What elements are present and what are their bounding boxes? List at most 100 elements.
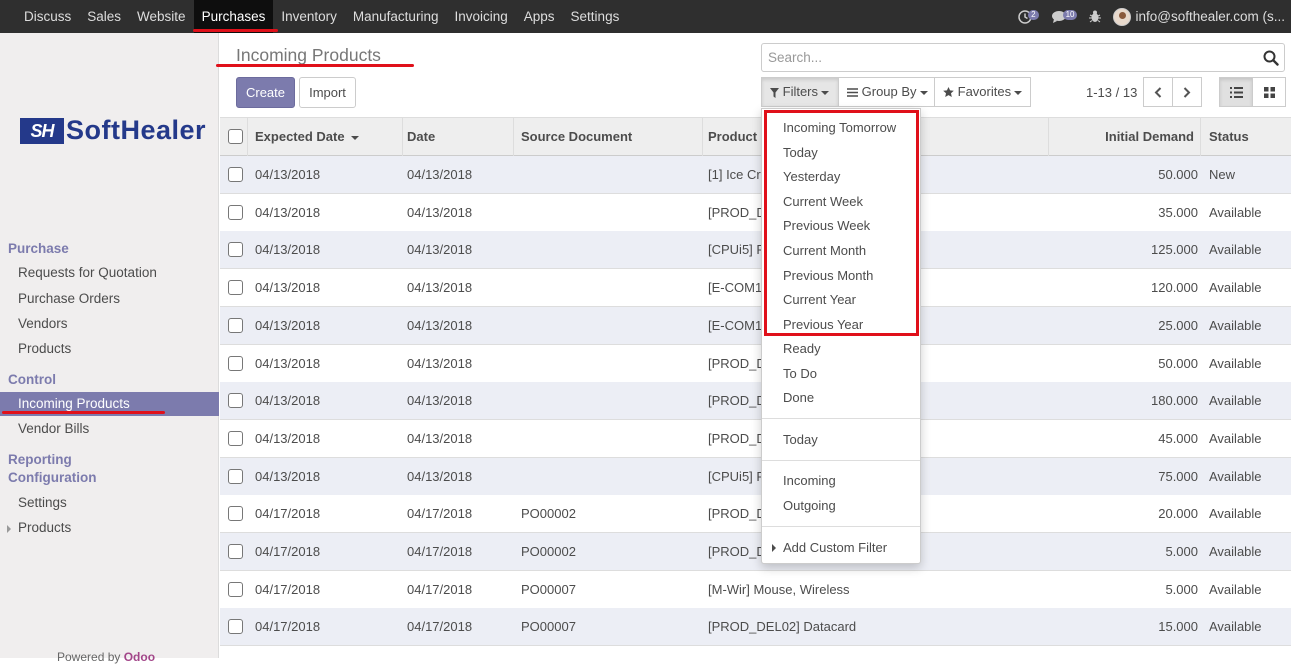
menu-settings[interactable]: Settings (563, 0, 628, 33)
powered-by: Powered by Odoo (57, 650, 155, 664)
table-row[interactable]: 04/13/2018 04/13/2018 [E-COM1 120.000 Availa… (220, 269, 1291, 308)
filter-to-do[interactable]: To Do (783, 366, 817, 381)
create-button[interactable]: Create (236, 77, 295, 108)
column-source-document[interactable]: Source Document (513, 118, 703, 156)
table-row[interactable]: 04/17/2018 04/17/2018 PO00007 [PROD_DEL02] … (220, 608, 1291, 647)
table-row[interactable]: 04/13/2018 04/13/2018 [1] Ice Cr 50.000 New (220, 156, 1291, 194)
search-icon[interactable] (1263, 50, 1279, 69)
column-status[interactable]: Status (1201, 118, 1291, 156)
table-row[interactable]: 04/13/2018 04/13/2018 [PROD_DE 50.000 Availa… (220, 344, 1291, 383)
cell-source-document (521, 231, 696, 268)
cell-expected-date: 04/17/2018 (255, 581, 321, 597)
row-checkbox[interactable] (228, 619, 243, 635)
menu-website[interactable]: Website (129, 0, 194, 33)
cell-source-document (521, 269, 696, 306)
activity-icon[interactable]: 2 (1018, 9, 1039, 24)
table-row[interactable]: 04/17/2018 04/17/2018 PO00007 [M-Wir] Mouse… (220, 570, 1291, 609)
table-row[interactable]: 04/13/2018 04/13/2018 [CPUi5] P 75.000 Avail… (220, 457, 1291, 496)
cell-date: 04/13/2018 (407, 204, 473, 220)
cell-initial-demand: 25.000 (1158, 317, 1198, 333)
filter-done[interactable]: Done (783, 390, 814, 405)
filters-button[interactable]: Filters (761, 77, 839, 107)
row-checkbox[interactable] (228, 242, 243, 258)
row-checkbox[interactable] (228, 355, 243, 371)
sidebar-item-purchase-orders[interactable]: Purchase Orders (0, 287, 219, 311)
section-purchase[interactable]: Purchase (8, 241, 69, 256)
sidebar-item-products[interactable]: Products (0, 337, 219, 361)
sidebar: SH SoftHealer Purchase Requests for Quot… (0, 33, 219, 664)
cell-status: Available (1209, 355, 1262, 371)
filter-outgoing[interactable]: Outgoing (783, 498, 836, 513)
column-date[interactable]: Date (399, 118, 514, 156)
pager-next-button[interactable] (1172, 77, 1202, 107)
pager-previous-button[interactable] (1143, 77, 1173, 107)
table-row[interactable]: 04/13/2018 04/13/2018 [E-COM1 25.000 Availab… (220, 306, 1291, 345)
cell-date: 04/13/2018 (407, 430, 473, 446)
cell-date: 04/13/2018 (407, 167, 473, 182)
select-all-checkbox[interactable] (228, 129, 243, 144)
cell-status: Available (1209, 242, 1262, 258)
add-custom-filter[interactable]: Add Custom Filter (783, 540, 887, 555)
section-control[interactable]: Control (8, 372, 56, 387)
pager-value[interactable]: 1-13 / 13 (1086, 85, 1137, 100)
group-by-button[interactable]: Group By (838, 77, 935, 107)
cell-status: Available (1209, 204, 1262, 220)
list-view-button[interactable] (1219, 77, 1253, 107)
chevron-down-icon (919, 90, 928, 95)
cell-status: Available (1209, 544, 1262, 559)
import-button[interactable]: Import (299, 77, 356, 108)
row-checkbox[interactable] (228, 581, 243, 597)
sidebar-item-requests-for-quotation[interactable]: Requests for Quotation (0, 261, 219, 285)
messages-icon[interactable]: 10 (1051, 9, 1078, 23)
expand-caret-icon (7, 525, 11, 533)
breadcrumb: Incoming Products (236, 45, 381, 65)
sidebar-item-settings[interactable]: Settings (0, 491, 219, 515)
cell-date: 04/17/2018 (407, 544, 473, 559)
row-checkbox[interactable] (228, 393, 243, 409)
sidebar-item-vendors[interactable]: Vendors (0, 312, 219, 336)
row-checkbox[interactable] (228, 167, 243, 182)
row-checkbox[interactable] (228, 204, 243, 220)
row-checkbox[interactable] (228, 468, 243, 484)
filter-today[interactable]: Today (783, 432, 818, 447)
table-row[interactable]: 04/13/2018 04/13/2018 [CPUi5] P 125.000 Avai… (220, 231, 1291, 270)
search-input[interactable]: Search... (761, 43, 1285, 72)
row-checkbox[interactable] (228, 506, 243, 522)
sidebar-item-vendor-bills[interactable]: Vendor Bills (0, 417, 219, 441)
column-expected-date[interactable]: Expected Date (247, 118, 403, 156)
menu-discuss[interactable]: Discuss (16, 0, 79, 33)
cell-expected-date: 04/17/2018 (255, 544, 321, 559)
annotation-underline-purchases (193, 29, 278, 32)
bug-icon[interactable] (1089, 10, 1102, 23)
section-configuration[interactable]: Configuration (8, 470, 96, 485)
row-checkbox[interactable] (228, 544, 243, 559)
column-initial-demand[interactable]: Initial Demand (1048, 118, 1201, 156)
sidebar-item-config-products[interactable]: Products (0, 516, 219, 540)
cell-source-document: PO00007 (521, 581, 576, 597)
kanban-view-button[interactable] (1252, 77, 1286, 107)
menu-invoicing[interactable]: Invoicing (446, 0, 515, 33)
menu-manufacturing[interactable]: Manufacturing (345, 0, 447, 33)
cell-initial-demand: 5.000 (1165, 544, 1198, 559)
table-row[interactable]: 04/13/2018 04/13/2018 [PROD_DE 180.000 Avail… (220, 382, 1291, 421)
user-email[interactable]: info@softhealer.com (s... (1135, 9, 1285, 24)
menu-sales[interactable]: Sales (79, 0, 129, 33)
logo-text: SoftHealer (66, 115, 207, 145)
section-reporting[interactable]: Reporting (8, 452, 72, 467)
user-avatar[interactable] (1113, 7, 1132, 26)
filter-incoming[interactable]: Incoming (783, 473, 836, 488)
odoo-brand[interactable]: Odoo (124, 650, 155, 664)
annotation-underline-title (216, 64, 414, 67)
row-checkbox[interactable] (228, 317, 243, 333)
table-row[interactable]: 04/13/2018 04/13/2018 [PROD_DE 45.000 Availa… (220, 419, 1291, 458)
menu-apps[interactable]: Apps (516, 0, 563, 33)
table-row[interactable]: 04/13/2018 04/13/2018 [PROD_DE 35.000 Availa… (220, 193, 1291, 232)
table-row[interactable]: 04/17/2018 04/17/2018 PO00002 [PROD_DE 5.000… (220, 533, 1291, 571)
cell-source-document (521, 307, 696, 344)
table-row[interactable]: 04/17/2018 04/17/2018 PO00002 [PROD_DE 20.00… (220, 495, 1291, 534)
row-checkbox[interactable] (228, 280, 243, 296)
favorites-button[interactable]: Favorites (934, 77, 1031, 107)
menu-inventory[interactable]: Inventory (273, 0, 345, 33)
filter-ready[interactable]: Ready (783, 341, 821, 356)
row-checkbox[interactable] (228, 430, 243, 446)
